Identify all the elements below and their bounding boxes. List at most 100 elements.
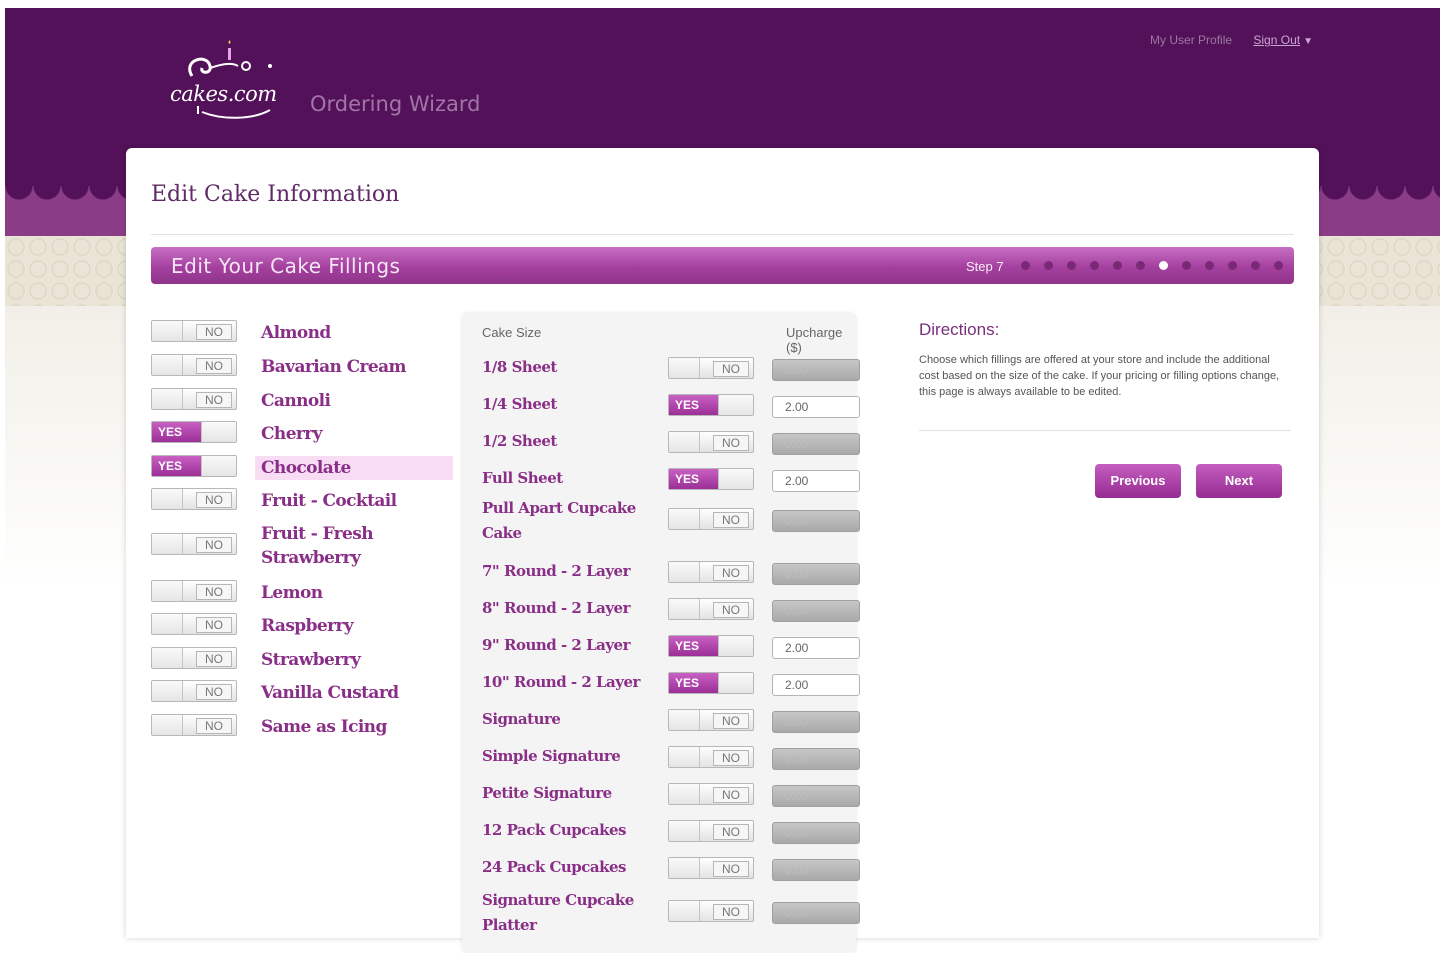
yes-no-toggle[interactable]: NO	[151, 354, 237, 376]
yes-no-toggle[interactable]: NO	[151, 580, 237, 602]
toggle-state-label: NO	[713, 435, 749, 451]
toggle-state-label: NO	[196, 537, 232, 553]
yes-no-toggle[interactable]: NO	[151, 533, 237, 555]
toggle-state-label: NO	[196, 684, 232, 700]
toggle-state-label: NO	[196, 584, 232, 600]
my-user-profile-link[interactable]: My User Profile	[1150, 33, 1232, 47]
step-progress-dots	[1021, 261, 1283, 270]
toggle-state-label: NO	[196, 324, 232, 340]
yes-no-toggle[interactable]: YES	[668, 672, 754, 694]
filling-label[interactable]: Same as Icing	[255, 715, 393, 739]
size-label: 24 Pack Cupcakes	[482, 858, 627, 876]
page-title: Edit Cake Information	[151, 182, 400, 207]
toggle-state-label: NO	[713, 713, 749, 729]
upcharge-input: 0.00	[772, 563, 860, 585]
filling-label[interactable]: Fruit - Fresh Strawberry	[255, 522, 407, 570]
upcharge-input[interactable]: 2.00	[772, 470, 860, 492]
filling-label[interactable]: Cherry	[255, 422, 328, 446]
toggle-knob	[152, 321, 183, 341]
step-dot	[1113, 261, 1122, 270]
cake-size-header: Cake Size	[482, 325, 542, 340]
toggle-state-label: YES	[669, 469, 719, 489]
yes-no-toggle[interactable]: NO	[151, 714, 237, 736]
yes-no-toggle[interactable]: YES	[151, 455, 237, 477]
upcharge-input[interactable]: 2.00	[772, 396, 860, 418]
yes-no-toggle[interactable]: NO	[668, 508, 754, 530]
filling-label[interactable]: Bavarian Cream	[255, 355, 412, 379]
toggle-knob	[152, 648, 183, 668]
toggle-knob	[669, 599, 700, 619]
toggle-state-label: YES	[669, 673, 719, 693]
toggle-knob	[669, 358, 700, 378]
yes-no-toggle[interactable]: NO	[668, 357, 754, 379]
toggle-state-label: YES	[669, 636, 719, 656]
yes-no-toggle[interactable]: NO	[668, 746, 754, 768]
yes-no-toggle[interactable]: NO	[151, 680, 237, 702]
toggle-state-label: NO	[713, 824, 749, 840]
filling-label[interactable]: Almond	[255, 321, 337, 345]
filling-label[interactable]: Lemon	[255, 581, 328, 605]
wizard-title: Ordering Wizard	[310, 92, 481, 116]
logo-text: cakes.com	[170, 82, 277, 106]
yes-no-toggle[interactable]: NO	[668, 598, 754, 620]
filling-label[interactable]: Chocolate	[255, 456, 453, 480]
toggle-state-label: NO	[713, 861, 749, 877]
size-label: 8" Round - 2 Layer	[482, 599, 631, 617]
next-button[interactable]: Next	[1196, 464, 1282, 498]
yes-no-toggle[interactable]: YES	[668, 394, 754, 416]
toggle-state-label: NO	[713, 787, 749, 803]
step-bar: Edit Your Cake Fillings Step 7	[151, 247, 1294, 284]
filling-label[interactable]: Vanilla Custard	[255, 681, 404, 705]
toggle-knob	[669, 562, 700, 582]
filling-row: NO Vanilla Custard	[151, 680, 404, 706]
filling-label[interactable]: Cannoli	[255, 389, 336, 413]
step-dot	[1090, 261, 1099, 270]
yes-no-toggle[interactable]: NO	[151, 320, 237, 342]
filling-label[interactable]: Fruit - Cocktail	[255, 489, 402, 513]
filling-row: NO Lemon	[151, 580, 328, 606]
yes-no-toggle[interactable]: YES	[668, 468, 754, 490]
toggle-knob	[201, 422, 236, 442]
toggle-knob	[718, 469, 753, 489]
yes-no-toggle[interactable]: YES	[668, 635, 754, 657]
yes-no-toggle[interactable]: YES	[151, 421, 237, 443]
filling-label[interactable]: Raspberry	[255, 614, 359, 638]
upcharge-input: 0.00	[772, 433, 860, 455]
yes-no-toggle[interactable]: NO	[668, 857, 754, 879]
size-label: 1/2 Sheet	[482, 432, 557, 450]
filling-row: NO Bavarian Cream	[151, 354, 412, 380]
yes-no-toggle[interactable]: NO	[668, 783, 754, 805]
chevron-down-icon[interactable]: ▼	[1303, 36, 1313, 47]
yes-no-toggle[interactable]: NO	[151, 488, 237, 510]
size-label: 7" Round - 2 Layer	[482, 562, 631, 580]
yes-no-toggle[interactable]: NO	[151, 388, 237, 410]
filling-row: NO Same as Icing	[151, 714, 393, 740]
yes-no-toggle[interactable]: NO	[151, 613, 237, 635]
directions-text: Choose which fillings are offered at you…	[919, 354, 1280, 398]
yes-no-toggle[interactable]: NO	[151, 647, 237, 669]
toggle-state-label: YES	[152, 456, 202, 476]
step-dot	[1274, 261, 1283, 270]
toggle-knob	[152, 389, 183, 409]
step-dot	[1205, 261, 1214, 270]
toggle-state-label: NO	[713, 602, 749, 618]
upcharge-input[interactable]: 2.00	[772, 674, 860, 696]
step-dot	[1251, 261, 1260, 270]
sign-out-link[interactable]: Sign Out	[1253, 33, 1300, 47]
yes-no-toggle[interactable]: NO	[668, 820, 754, 842]
yes-no-toggle[interactable]: NO	[668, 431, 754, 453]
step-dot	[1159, 261, 1168, 270]
toggle-knob	[669, 821, 700, 841]
size-label: 1/4 Sheet	[482, 395, 557, 413]
yes-no-toggle[interactable]: NO	[668, 900, 754, 922]
filling-label[interactable]: Strawberry	[255, 648, 366, 672]
yes-no-toggle[interactable]: NO	[668, 709, 754, 731]
size-label: Signature	[482, 710, 561, 728]
previous-button[interactable]: Previous	[1095, 464, 1181, 498]
filling-row: NO Raspberry	[151, 613, 359, 639]
size-label: Pull Apart Cupcake Cake	[482, 499, 636, 542]
upcharge-input[interactable]: 2.00	[772, 637, 860, 659]
toggle-knob	[669, 784, 700, 804]
yes-no-toggle[interactable]: NO	[668, 561, 754, 583]
step-dot	[1067, 261, 1076, 270]
